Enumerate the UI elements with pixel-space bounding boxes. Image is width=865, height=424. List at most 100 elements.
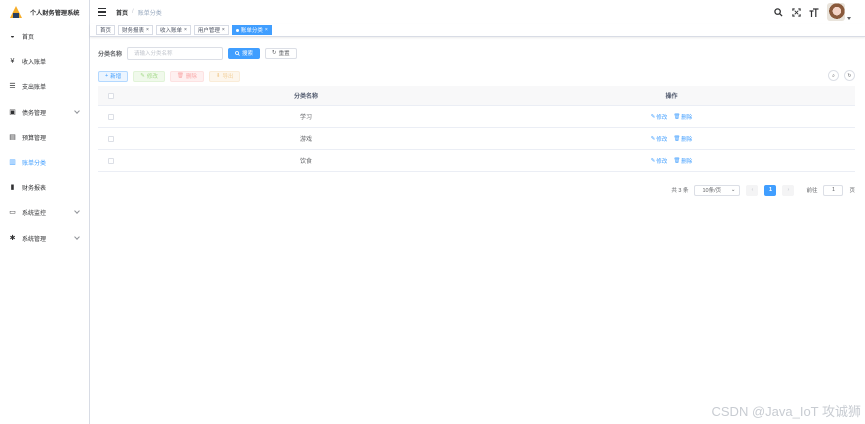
category-name-input[interactable]: 请输入分类名称 (127, 46, 224, 60)
row-delete-link[interactable]: 🗑 删除 (673, 157, 692, 165)
tags-view: 首页 财务报表 × 收入账单 × 用户管理 × 账单分类 × (90, 24, 865, 37)
tab-4[interactable]: 账单分类 × (231, 25, 272, 35)
close-icon[interactable]: × (265, 27, 268, 33)
sidebar-item-label: 债务管理 (22, 110, 47, 117)
next-page-button[interactable]: › (782, 184, 795, 196)
reset-button[interactable]: ↻ 重置 (265, 47, 297, 59)
tab-label: 账单分类 (240, 28, 263, 34)
hamburger-icon[interactable] (98, 8, 106, 16)
category-name-label: 分类名称 (98, 51, 123, 58)
avatar[interactable] (827, 3, 845, 21)
prev-page-button[interactable]: ‹ (746, 184, 759, 196)
fullscreen-icon[interactable] (791, 7, 801, 17)
row-delete-link[interactable]: 🗑 删除 (673, 135, 692, 143)
refresh-icon: ↻ (272, 50, 277, 56)
sidebar-item-2[interactable]: ☰ 支出账单 (0, 74, 89, 99)
trash-icon: 🗑 (673, 157, 681, 164)
header-category-name: 分类名称 (293, 94, 318, 100)
toggle-search-icon[interactable]: ⌕ (828, 70, 839, 81)
page-number-current[interactable]: 1 (764, 184, 777, 196)
tab-1[interactable]: 财务报表 × (118, 25, 153, 35)
edit-icon: ✎ (650, 157, 656, 164)
breadcrumb-home[interactable]: 首页 (116, 8, 128, 17)
row-operations: ✎ 修改 🗑 删除 (488, 157, 855, 165)
watermark: CSDN @Java_IoT 攻诚狮 (711, 404, 862, 419)
refresh-table-icon[interactable]: ↻ (844, 70, 855, 81)
add-button[interactable]: + 新增 (98, 70, 129, 82)
chevron-down-icon (74, 208, 80, 215)
delete-button[interactable]: 🗑 删除 (169, 70, 204, 82)
table-body: 学习 ✎ 修改 🗑 删除 游戏 ✎ 修改 🗑 删除 饮食 ✎ 修改 🗑 删除 (98, 106, 855, 172)
tab-3[interactable]: 用户管理 × (193, 25, 229, 35)
edit-button[interactable]: ✎ 修改 (133, 70, 165, 82)
sidebar-item-label: 首页 (22, 35, 35, 42)
row-operations: ✎ 修改 🗑 删除 (488, 113, 855, 121)
search-button[interactable]: 搜索 (228, 47, 261, 59)
sidebar-item-4[interactable]: ▤ 预算管理 (0, 125, 89, 150)
close-icon[interactable]: × (146, 27, 149, 33)
sidebar-item-label: 账单分类 (22, 161, 47, 168)
sidebar-item-5[interactable]: ▥ 账单分类 (0, 150, 89, 175)
search-button-label: 搜索 (242, 51, 254, 57)
row-checkbox[interactable] (108, 113, 114, 120)
sidebar-item-label: 预算管理 (22, 135, 47, 142)
row-edit-label: 修改 (656, 114, 668, 121)
close-icon[interactable]: × (222, 27, 225, 33)
table-row: 饮食 ✎ 修改 🗑 删除 (98, 150, 855, 172)
export-button[interactable]: ⬇ 导出 (208, 70, 241, 82)
sidebar-item-label: 系统监控 (22, 211, 47, 218)
header-tools (773, 3, 851, 21)
list-icon: ☰ (9, 83, 16, 91)
row-checkbox[interactable] (108, 135, 114, 142)
row-category-name: 游戏 (299, 137, 312, 143)
table-row: 游戏 ✎ 修改 🗑 删除 (98, 128, 855, 150)
font-size-icon[interactable] (809, 7, 819, 17)
search-icon[interactable] (773, 7, 783, 17)
close-icon[interactable]: × (184, 27, 187, 33)
sidebar-item-7[interactable]: ▭ 系统监控 (0, 200, 89, 225)
trash-icon: 🗑 (673, 113, 681, 120)
app-title: 个人财务管理系统 (30, 9, 80, 17)
row-category-name: 饮食 (299, 159, 312, 165)
pagination: 共 3 条 10条/页 ⌄ ‹ 1 › 前往 1 页 (98, 184, 855, 196)
plus-icon: + (105, 73, 109, 79)
tab-0[interactable]: 首页 (96, 25, 116, 35)
sidebar-item-6[interactable]: ▮ 财务报表 (0, 175, 89, 200)
tab-label: 财务报表 (122, 28, 145, 34)
row-edit-link[interactable]: ✎ 修改 (651, 113, 668, 121)
goto-page-input[interactable]: 1 (823, 184, 844, 196)
row-edit-label: 修改 (656, 158, 668, 165)
avatar-dropdown-icon[interactable] (847, 16, 851, 20)
table-header: 分类名称 操作 (98, 86, 855, 106)
breadcrumb: 首页 / 账单分类 (116, 8, 162, 17)
tab-2[interactable]: 收入账单 × (155, 25, 191, 35)
sidebar-menu: ◒ 首页 ¥ 收入账单 ☰ 支出账单 ▣ 债务管理 ▤ 预算管理 ▥ 账单分类 ▮ 财务报表 ▭ 系统监控 ✱ 系… (0, 24, 89, 251)
row-delete-link[interactable]: 🗑 删除 (673, 113, 692, 121)
category-table: 分类名称 操作 学习 ✎ 修改 🗑 删除 游戏 ✎ 修改 🗑 删除 饮食 ✎ 修改 🗑 删除 (98, 86, 855, 172)
sidebar-item-3[interactable]: ▣ 债务管理 (0, 100, 89, 125)
row-edit-link[interactable]: ✎ 修改 (651, 135, 668, 143)
row-edit-link[interactable]: ✎ 修改 (651, 157, 668, 165)
monitor-icon: ▭ (9, 209, 16, 217)
select-all-checkbox[interactable] (108, 92, 114, 99)
logo-area[interactable]: 个人财务管理系统 (0, 0, 89, 24)
row-delete-label: 删除 (681, 158, 693, 165)
gear-icon: ✱ (9, 234, 16, 242)
chevron-down-icon (74, 107, 80, 114)
row-edit-label: 修改 (656, 136, 668, 143)
chevron-down-icon: ⌄ (730, 187, 736, 193)
delete-button-label: 删除 (185, 74, 197, 80)
sidebar-item-label: 支出账单 (22, 85, 47, 92)
dashboard-icon: ◒ (10, 33, 15, 41)
yen-icon: ¥ (10, 58, 15, 66)
edit-button-label: 修改 (146, 74, 158, 80)
add-button-label: 新增 (110, 74, 122, 80)
breadcrumb-separator: / (132, 9, 134, 15)
sidebar-item-0[interactable]: ◒ 首页 (0, 24, 89, 49)
action-toolbar: + 新增 ✎ 修改 🗑 删除 ⬇ 导出 ⌕ ↻ (98, 70, 855, 82)
row-checkbox[interactable] (108, 157, 114, 164)
trash-icon: 🗑 (176, 73, 184, 79)
sidebar-item-1[interactable]: ¥ 收入账单 (0, 49, 89, 74)
sidebar-item-8[interactable]: ✱ 系统管理 (0, 226, 89, 251)
page-size-select[interactable]: 10条/页 ⌄ (694, 184, 741, 196)
